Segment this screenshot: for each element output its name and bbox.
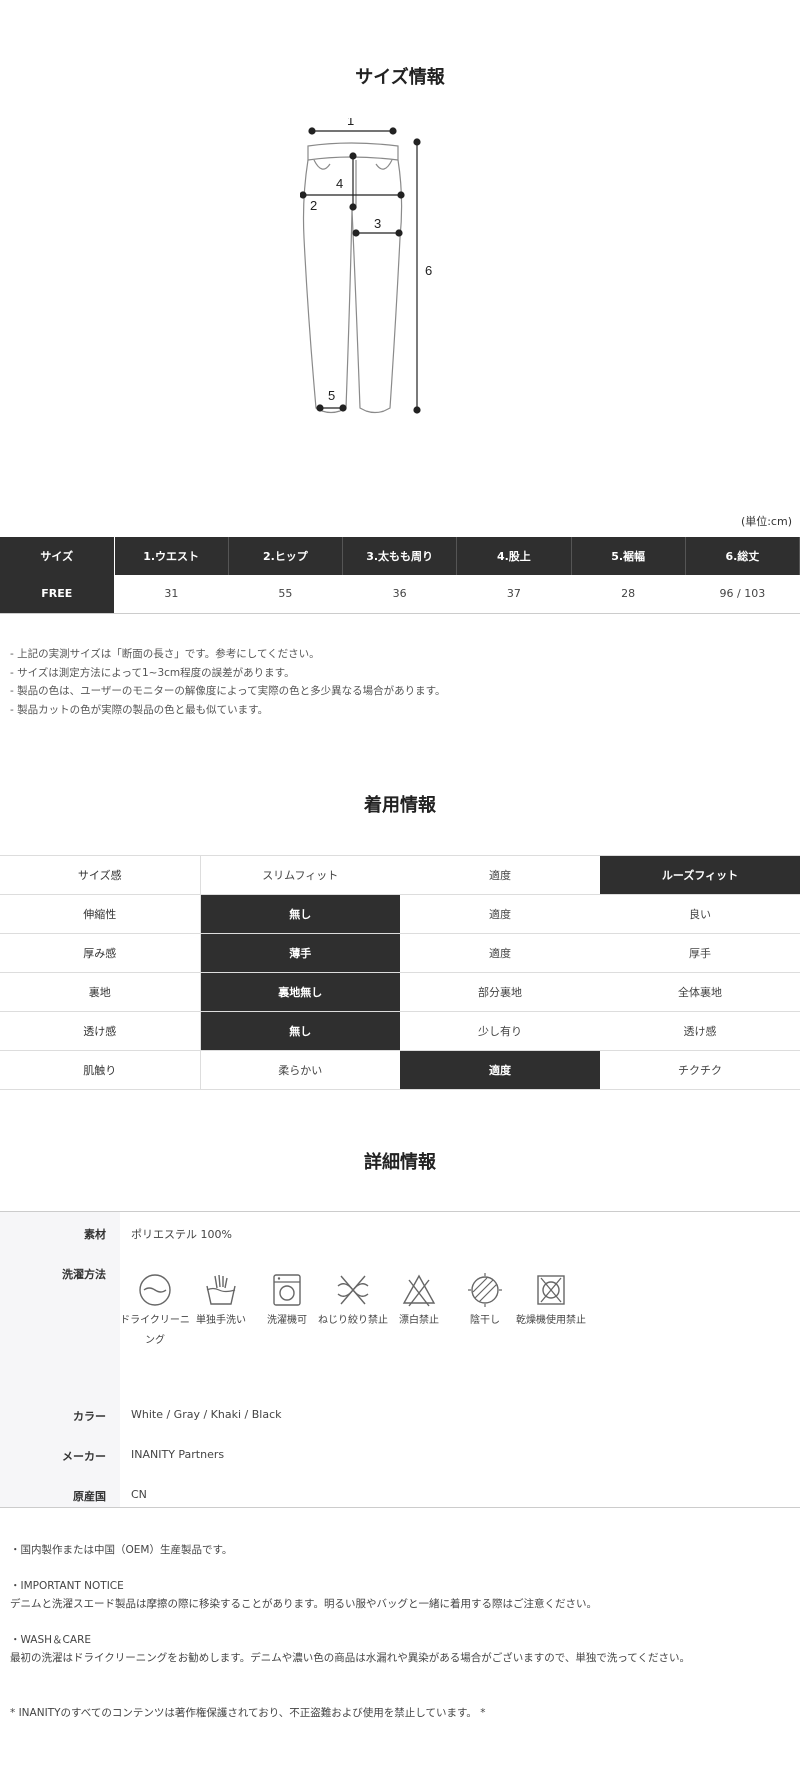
shade-dry-icon: [468, 1273, 502, 1307]
fit-option: 透け感: [600, 1011, 800, 1051]
fit-option: 厚手: [600, 933, 800, 973]
maker-value: INANITY Partners: [131, 1448, 225, 1461]
size-table-cell: 96 / 103: [685, 575, 800, 614]
size-table-cell: 28: [571, 575, 686, 614]
size-table-header: 1.ウエスト: [114, 537, 229, 575]
size-note: - サイズは測定方法によって1~3cm程度の誤差があります。: [10, 666, 295, 679]
fit-option: 適度: [400, 894, 600, 934]
fit-row-size: サイズ感 スリムフィット 適度 ルーズフィット: [0, 855, 800, 895]
diagram-label-3: 3: [374, 216, 381, 231]
washing-machine-icon: [273, 1274, 301, 1306]
material-value: ポリエステル 100%: [131, 1228, 232, 1241]
fit-option: 無し: [200, 894, 400, 934]
fit-option: 適度: [400, 933, 600, 973]
size-notes: - 上記の実測サイズは「断面の長さ」です。参考にしてください。 - サイズは測定…: [10, 645, 446, 719]
fit-option: 全体裏地: [600, 972, 800, 1012]
notice-text: デニムと洗濯スエード製品は摩擦の際に移染することがあります。明るい服やバッグと一…: [10, 1598, 597, 1610]
size-table-header: 4.股上: [456, 537, 572, 575]
size-unit-label: (単位:cm): [740, 515, 792, 528]
diagram-label-4: 4: [336, 176, 343, 191]
fit-row-stretch: 伸縮性 無し 適度 良い: [0, 894, 800, 934]
no-tumble-dry-icon: [537, 1275, 565, 1305]
size-section-title: サイズ情報: [355, 67, 445, 88]
size-table-header: サイズ: [0, 537, 115, 575]
fit-option: 無し: [200, 1011, 400, 1051]
material-label: 素材: [84, 1228, 106, 1241]
copyright-note: * INANITYのすべてのコンテンツは著作権保護されており、不正盗難および使用…: [10, 1707, 486, 1719]
diagram-label-5: 5: [328, 388, 335, 403]
size-table-header-row: サイズ 1.ウエスト 2.ヒップ 3.太もも周り 4.股上 5.裾幅 6.総丈: [0, 537, 800, 575]
fit-row-label: 伸縮性: [0, 894, 201, 934]
no-bleach-icon: [402, 1274, 436, 1307]
fit-section-title: 着用情報: [364, 795, 436, 816]
fit-option: 適度: [400, 855, 600, 895]
table-row: FREE 31 55 36 37 28 96 / 103: [0, 575, 800, 614]
fit-row-sheerness: 透け感 無し 少し有り 透け感: [0, 1011, 800, 1051]
fit-row-thickness: 厚み感 薄手 適度 厚手: [0, 933, 800, 973]
origin-label: 原産国: [73, 1490, 106, 1503]
fit-option: 薄手: [200, 933, 400, 973]
care-text: 最初の洗濯はドライクリーニングをお勧めします。デニムや濃い色の商品は水漏れや異染…: [10, 1652, 690, 1664]
fit-option: 少し有り: [400, 1011, 600, 1051]
detail-section-title: 詳細情報: [364, 1152, 436, 1173]
fit-row-label: 裏地: [0, 972, 201, 1012]
size-table-header: 3.太もも周り: [342, 537, 458, 575]
fit-option: 部分裏地: [400, 972, 600, 1012]
made-in-note: ・国内製作または中国（OEM）生産製品です。: [10, 1544, 233, 1556]
diagram-label-2: 2: [310, 198, 317, 213]
care-label: 洗濯方法: [62, 1268, 106, 1281]
size-table-cell: FREE: [0, 575, 115, 614]
care-item-label: 乾燥機使用禁止: [516, 1315, 586, 1326]
detail-table: 素材 ポリエステル 100% 洗濯方法 ドライクリーニ ング 単独手洗い 洗濯機…: [0, 1211, 800, 1508]
fit-row-texture: 肌触り 柔らかい 適度 チクチク: [0, 1050, 800, 1090]
color-value: White / Gray / Khaki / Black: [131, 1408, 282, 1421]
size-note: - 製品の色は、ユーザーのモニターの解像度によって実際の色と多少異なる場合があり…: [10, 685, 446, 697]
size-table-header: 2.ヒップ: [228, 537, 344, 575]
size-note: - 上記の実測サイズは「断面の長さ」です。参考にしてください。: [10, 648, 320, 660]
dry-clean-icon: [139, 1274, 171, 1306]
size-table-header: 6.総丈: [685, 537, 800, 575]
fit-row-label: 厚み感: [0, 933, 201, 973]
fit-option: 良い: [600, 894, 800, 934]
no-wring-icon: [337, 1275, 369, 1305]
size-table-cell: 36: [342, 575, 457, 614]
size-note: - 製品カットの色が実際の製品の色と最も似ています。: [10, 703, 269, 716]
fit-option: スリムフィット: [200, 855, 400, 895]
notice-title: ・IMPORTANT NOTICE: [10, 1580, 124, 1592]
fit-option: チクチク: [600, 1050, 800, 1090]
fit-row-label: 透け感: [0, 1011, 201, 1051]
fit-option: 適度: [400, 1050, 600, 1090]
hand-wash-icon: [206, 1274, 236, 1305]
fit-option: ルーズフィット: [600, 855, 800, 895]
size-table-cell: 31: [114, 575, 229, 614]
size-table-header: 5.裾幅: [571, 537, 686, 575]
pants-outline-illustration: 1 2 3 4 5 6: [300, 118, 432, 414]
color-label: カラー: [73, 1410, 106, 1423]
care-title: ・WASH＆CARE: [10, 1634, 91, 1646]
fit-table: サイズ感 スリムフィット 適度 ルーズフィット 伸縮性 無し 適度 良い 厚み感…: [0, 855, 800, 1090]
maker-label: メーカー: [62, 1450, 106, 1463]
care-item: 乾燥機使用禁止: [511, 1272, 591, 1331]
diagram-label-6: 6: [425, 263, 432, 278]
size-table-cell: 37: [456, 575, 571, 614]
origin-value: CN: [131, 1488, 147, 1501]
fit-row-lining: 裏地 裏地無し 部分裏地 全体裏地: [0, 972, 800, 1012]
fit-row-label: 肌触り: [0, 1050, 201, 1090]
pants-measurement-diagram: 1 2 3 4 5 6: [300, 118, 500, 478]
fit-row-label: サイズ感: [0, 855, 201, 895]
fit-option: 柔らかい: [200, 1050, 400, 1090]
diagram-label-1: 1: [347, 118, 354, 128]
fit-option: 裏地無し: [200, 972, 400, 1012]
size-table: サイズ 1.ウエスト 2.ヒップ 3.太もも周り 4.股上 5.裾幅 6.総丈 …: [0, 537, 800, 614]
size-table-cell: 55: [228, 575, 343, 614]
